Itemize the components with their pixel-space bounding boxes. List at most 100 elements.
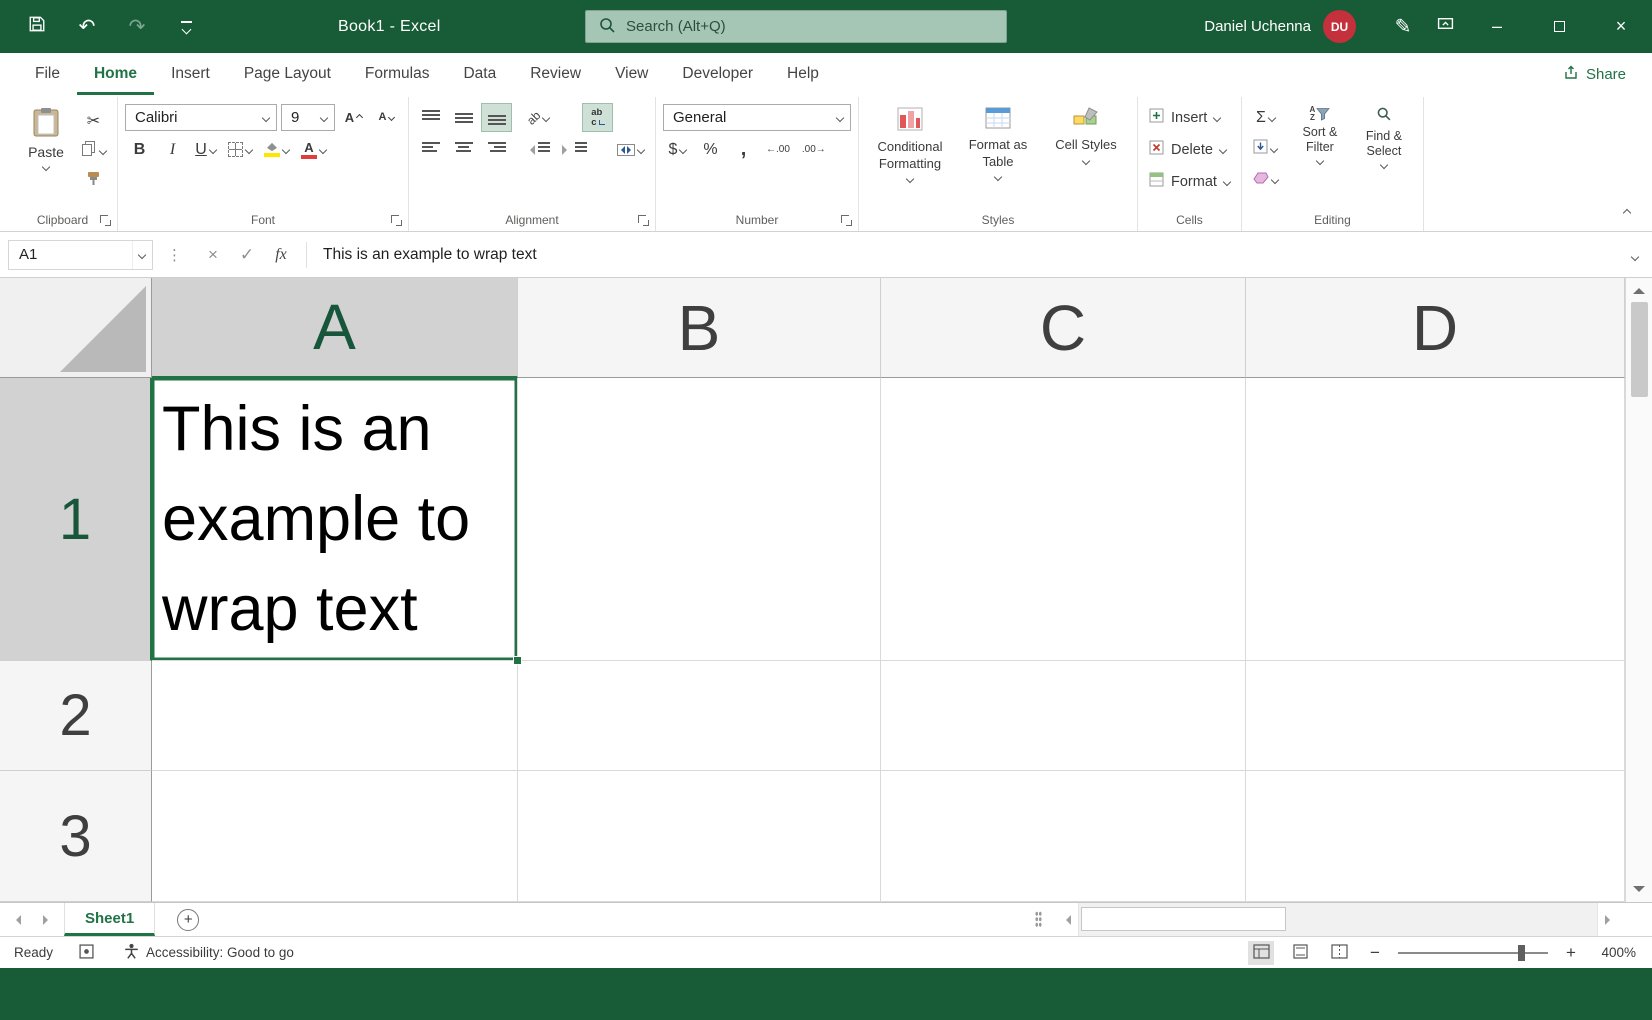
expand-formula-bar-button[interactable] [1632,247,1638,263]
orientation-button[interactable]: ab [523,104,553,131]
bold-button[interactable]: B [125,136,154,163]
scroll-up-arrow[interactable] [1633,282,1645,294]
name-box[interactable] [8,240,153,270]
column-header-a[interactable]: A [152,278,518,378]
sheet-tab-sheet1[interactable]: Sheet1 [64,903,155,936]
clipboard-dialog-launcher[interactable] [98,213,112,227]
copy-button[interactable] [77,137,110,164]
pen-icon[interactable]: ✎ [1382,6,1424,48]
name-box-dropdown[interactable] [132,241,152,269]
row-header-2[interactable]: 2 [0,661,152,771]
vertical-scrollbar[interactable] [1625,278,1652,902]
percent-style-button[interactable]: % [696,136,725,163]
sort-filter-button[interactable]: A Z Sort & Filter [1288,99,1352,209]
tab-insert[interactable]: Insert [154,53,227,95]
page-break-preview-button[interactable] [1326,941,1352,965]
column-header-d[interactable]: D [1246,278,1625,378]
fill-handle[interactable] [513,656,522,665]
font-color-button[interactable]: A [297,136,330,163]
previous-sheet-button[interactable] [0,903,32,936]
align-center-button[interactable] [449,136,478,163]
number-dialog-launcher[interactable] [839,213,853,227]
search-input[interactable] [626,18,994,35]
autosum-button[interactable]: Σ [1249,104,1282,131]
tab-page-layout[interactable]: Page Layout [227,53,348,95]
cell-a1[interactable]: This is an example to wrap text [152,378,518,661]
collapse-ribbon-button[interactable] [1614,203,1640,223]
next-sheet-button[interactable] [32,903,64,936]
delete-cells-button[interactable]: Delete [1145,136,1234,163]
clear-button[interactable] [1249,166,1282,193]
save-button[interactable] [16,6,58,48]
maximize-button[interactable] [1528,0,1590,53]
cut-button[interactable]: ✂ [77,107,110,134]
decrease-indent-button[interactable] [521,136,554,163]
accounting-format-button[interactable]: $ [663,136,692,163]
format-cells-button[interactable]: Format [1145,168,1234,195]
ribbon-display-options-button[interactable] [1424,6,1466,48]
tab-help[interactable]: Help [770,53,836,95]
normal-view-button[interactable] [1248,941,1274,965]
cell-styles-button[interactable]: Cell Styles [1042,99,1130,209]
align-right-button[interactable] [482,136,511,163]
fill-color-button[interactable] [260,136,293,163]
merge-center-button[interactable] [613,136,648,163]
minimize-button[interactable]: – [1466,0,1528,53]
enter-button[interactable]: ✓ [230,240,264,270]
select-all-button[interactable] [0,278,152,378]
horizontal-scrollbar[interactable] [1054,903,1622,936]
macro-record-button[interactable] [79,944,94,962]
cell-a2[interactable] [152,661,518,771]
column-header-b[interactable]: B [518,278,881,378]
cell-b3[interactable] [518,771,881,902]
top-align-button[interactable] [416,104,445,131]
customize-quick-access-button[interactable] [166,6,208,48]
zoom-slider[interactable] [1398,944,1548,962]
cell-a3[interactable] [152,771,518,902]
zoom-slider-thumb[interactable] [1518,945,1525,961]
user-avatar[interactable]: DU [1323,10,1356,43]
cell-c1[interactable] [881,378,1246,661]
font-size-combo[interactable]: 9 [281,104,335,131]
fill-button[interactable] [1249,135,1282,162]
alignment-dialog-launcher[interactable] [636,213,650,227]
cell-d1[interactable] [1246,378,1625,661]
new-sheet-button[interactable]: + [177,909,199,931]
tab-developer[interactable]: Developer [665,53,770,95]
tab-splitter-handle[interactable] [1035,911,1042,928]
zoom-in-button[interactable]: + [1561,943,1581,963]
close-button[interactable]: × [1590,0,1652,53]
increase-font-size-button[interactable]: A [339,104,368,131]
borders-button[interactable] [224,136,256,163]
cell-d3[interactable] [1246,771,1625,902]
tab-file[interactable]: File [18,53,77,95]
scroll-right-arrow[interactable] [1598,903,1622,936]
decrease-decimal-button[interactable]: .00→ [798,136,830,163]
tab-formulas[interactable]: Formulas [348,53,447,95]
format-painter-button[interactable] [77,167,110,194]
zoom-level[interactable]: 400% [1594,945,1636,960]
tab-home[interactable]: Home [77,53,154,95]
horizontal-scrollbar-thumb[interactable] [1081,907,1286,931]
cell-c3[interactable] [881,771,1246,902]
format-as-table-button[interactable]: Format as Table [954,99,1042,209]
tab-view[interactable]: View [598,53,665,95]
search-box[interactable] [585,10,1007,43]
increase-decimal-button[interactable]: ←.00 [762,136,794,163]
undo-button[interactable]: ↶ [66,6,108,48]
column-header-c[interactable]: C [881,278,1246,378]
share-button[interactable]: Share [1555,59,1634,89]
underline-button[interactable]: U [191,136,220,163]
zoom-out-button[interactable]: − [1365,943,1385,963]
formula-bar-resize-handle[interactable]: ⋮ [167,246,182,264]
scroll-down-arrow[interactable] [1633,886,1645,898]
number-format-combo[interactable]: General [663,104,851,131]
page-layout-view-button[interactable] [1287,941,1313,965]
middle-align-button[interactable] [449,104,478,131]
tab-data[interactable]: Data [446,53,513,95]
formula-input[interactable]: This is an example to wrap text [315,246,1632,264]
italic-button[interactable]: I [158,136,187,163]
cell-b2[interactable] [518,661,881,771]
font-dialog-launcher[interactable] [389,213,403,227]
vertical-scrollbar-thumb[interactable] [1631,302,1648,397]
